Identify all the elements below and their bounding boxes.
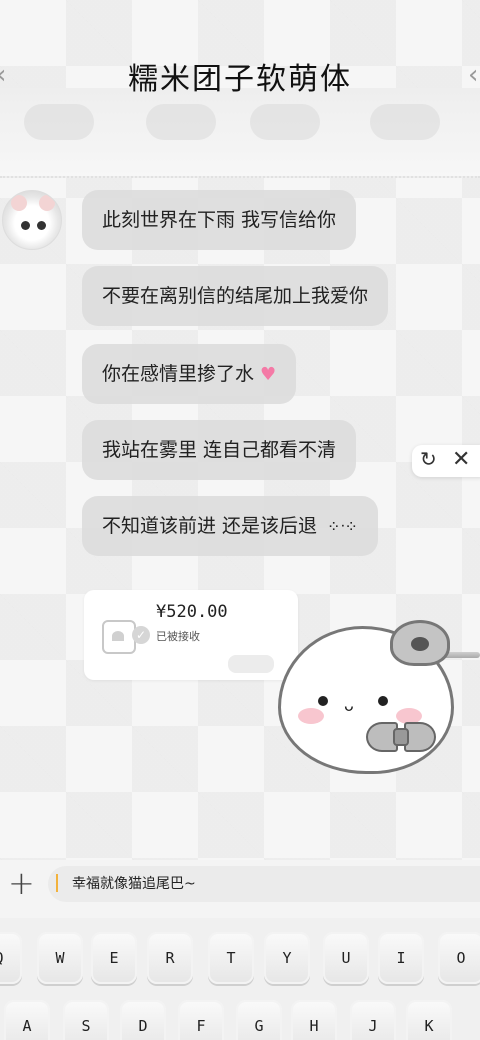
message-text: 我站在雾里 连自己都看不清 [102, 439, 337, 461]
message-text: 不要在离别信的结尾加上我爱你 [102, 285, 369, 307]
key-a[interactable]: A [4, 1000, 50, 1040]
bow-decoration [146, 104, 216, 140]
key-d[interactable]: D [120, 1000, 166, 1040]
bow-icon [366, 722, 436, 768]
key-u[interactable]: U [323, 932, 369, 984]
message-bubble[interactable]: 此刻世界在下雨 我写信给你 [82, 190, 357, 250]
key-k[interactable]: K [406, 1000, 452, 1040]
transfer-icon [102, 620, 136, 654]
floating-tools: ↻ ✕ [412, 445, 480, 477]
bow-decoration [370, 104, 440, 140]
key-e[interactable]: E [91, 932, 137, 984]
key-i[interactable]: I [378, 932, 424, 984]
key-j[interactable]: J [350, 1000, 396, 1040]
cat-sticker: ᴗ [278, 620, 458, 776]
close-icon[interactable]: ✕ [452, 447, 470, 472]
cat-ear [39, 195, 55, 211]
key-t[interactable]: T [208, 932, 254, 984]
key-s[interactable]: S [63, 1000, 109, 1040]
keyboard: Q W E R T Y U I O A S D F G H J K [0, 918, 480, 1040]
cat-ear [11, 195, 27, 211]
cat-blush [298, 708, 324, 724]
plus-icon[interactable]: + [8, 866, 35, 900]
key-g[interactable]: G [236, 1000, 282, 1040]
message-bubble[interactable]: 不知道该前进 还是该后退 ⁘ᐧ⁘ [82, 496, 378, 556]
emoticon-icon: ⁘ᐧ⁘ [327, 517, 358, 536]
cat-eye [318, 696, 328, 706]
key-r[interactable]: R [147, 932, 193, 984]
cat-eye [378, 696, 388, 706]
key-q[interactable]: Q [0, 932, 22, 984]
cat-eye [21, 221, 30, 230]
bow-decoration [250, 104, 320, 140]
bow-decoration [24, 104, 94, 140]
refresh-icon[interactable]: ↻ [420, 447, 437, 471]
avatar[interactable] [2, 190, 62, 250]
text-caret [56, 874, 58, 892]
check-icon: ✓ [132, 626, 150, 644]
key-w[interactable]: W [37, 932, 83, 984]
key-y[interactable]: Y [264, 932, 310, 984]
message-input-text[interactable]: 幸福就像猫追尾巴~ [72, 874, 196, 894]
key-o[interactable]: O [438, 932, 480, 984]
key-f[interactable]: F [178, 1000, 224, 1040]
message-bubble[interactable]: 我站在雾里 连自己都看不清 [82, 420, 357, 480]
heart-icon: ♥ [260, 364, 277, 385]
message-text: 此刻世界在下雨 我写信给你 [102, 209, 337, 231]
cat-sticker-icon [228, 655, 274, 673]
cat-ear [390, 620, 450, 666]
message-bubble[interactable]: 不要在离别信的结尾加上我爱你 [82, 266, 389, 326]
cat-mouth: ᴗ [344, 696, 354, 715]
transfer-amount: ¥520.00 [156, 602, 228, 622]
key-h[interactable]: H [291, 1000, 337, 1040]
message-text: 不知道该前进 还是该后退 [102, 515, 318, 537]
transfer-status: 已被接收 [156, 630, 200, 643]
cat-eye [37, 221, 46, 230]
message-text: 你在感情里掺了水 [102, 363, 255, 385]
message-bubble[interactable]: 你在感情里掺了水 ♥ [82, 344, 297, 404]
page-title: 糯米团子软萌体 [128, 62, 352, 97]
